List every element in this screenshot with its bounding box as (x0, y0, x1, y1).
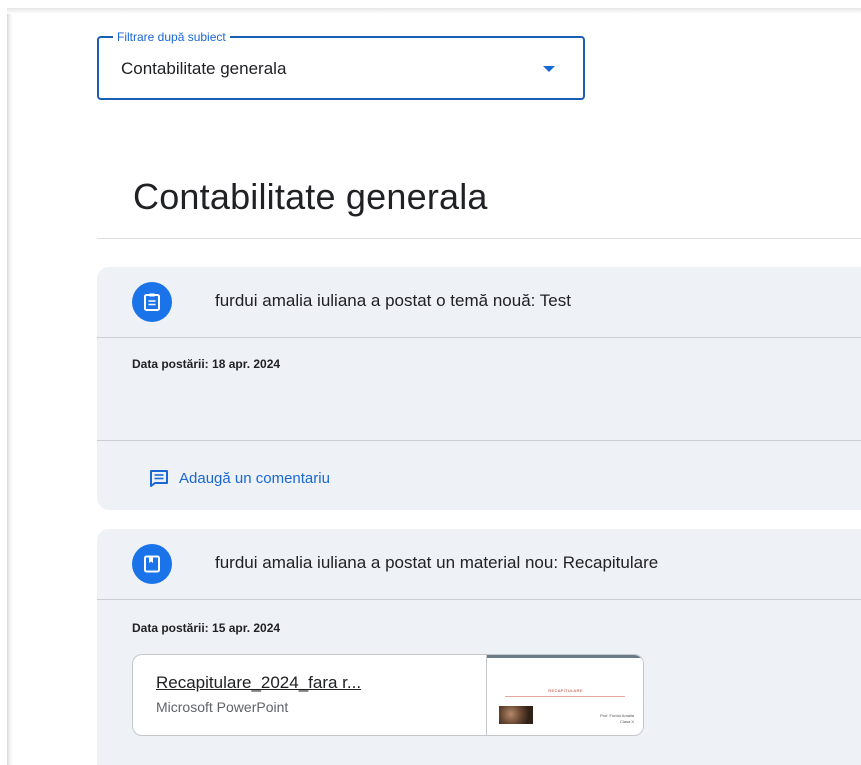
title-divider (97, 238, 861, 239)
post-header[interactable]: furdui amalia iuliana a postat o temă no… (97, 267, 861, 337)
attachment-type: Microsoft PowerPoint (156, 699, 289, 715)
stream-post-assignment[interactable]: furdui amalia iuliana a postat o temă no… (97, 267, 861, 510)
add-comment-label: Adaugă un comentariu (179, 469, 330, 487)
post-date: Data postării: 18 apr. 2024 (132, 357, 281, 371)
comment-divider (97, 440, 861, 441)
stream-post-material[interactable]: furdui amalia iuliana a postat un materi… (97, 529, 861, 765)
attachment-name[interactable]: Recapitulare_2024_fara r... (156, 673, 361, 693)
dropdown-arrow-icon[interactable] (543, 66, 555, 72)
attachment-card[interactable]: Recapitulare_2024_fara r... Microsoft Po… (132, 654, 644, 736)
post-header-text: furdui amalia iuliana a postat un materi… (215, 553, 659, 572)
thumbnail-rule (505, 696, 625, 697)
subject-filter-select[interactable]: Filtrare după subiect Contabilitate gene… (97, 29, 585, 100)
window-top-edge (7, 8, 861, 14)
post-header[interactable]: furdui amalia iuliana a postat un materi… (97, 529, 861, 599)
thumbnail-photo (499, 706, 533, 724)
add-comment-button[interactable]: Adaugă un comentariu (149, 466, 330, 490)
post-header-text: furdui amalia iuliana a postat o temă no… (215, 291, 571, 310)
attachment-thumbnail[interactable]: RECAPITULARE Prof. Furdui Amalia Clasa X (486, 655, 643, 735)
post-divider (97, 599, 861, 600)
thumbnail-caption: Prof. Furdui Amalia Clasa X (600, 713, 634, 725)
page: Filtrare după subiect Contabilitate gene… (0, 0, 861, 765)
thumbnail-top-bar (487, 655, 643, 658)
window-left-edge (7, 14, 13, 765)
subject-filter-value: Contabilitate generala (121, 59, 287, 78)
page-title: Contabilitate generala (133, 176, 488, 217)
thumbnail-caption-line: Clasa X (619, 719, 634, 724)
comment-icon (150, 470, 168, 487)
post-divider (97, 337, 861, 338)
assignment-icon (132, 282, 172, 322)
thumbnail-title: RECAPITULARE (548, 688, 583, 693)
subject-filter-label: Filtrare după subiect (113, 29, 230, 45)
material-icon (132, 544, 172, 584)
post-date: Data postării: 15 apr. 2024 (132, 621, 281, 635)
